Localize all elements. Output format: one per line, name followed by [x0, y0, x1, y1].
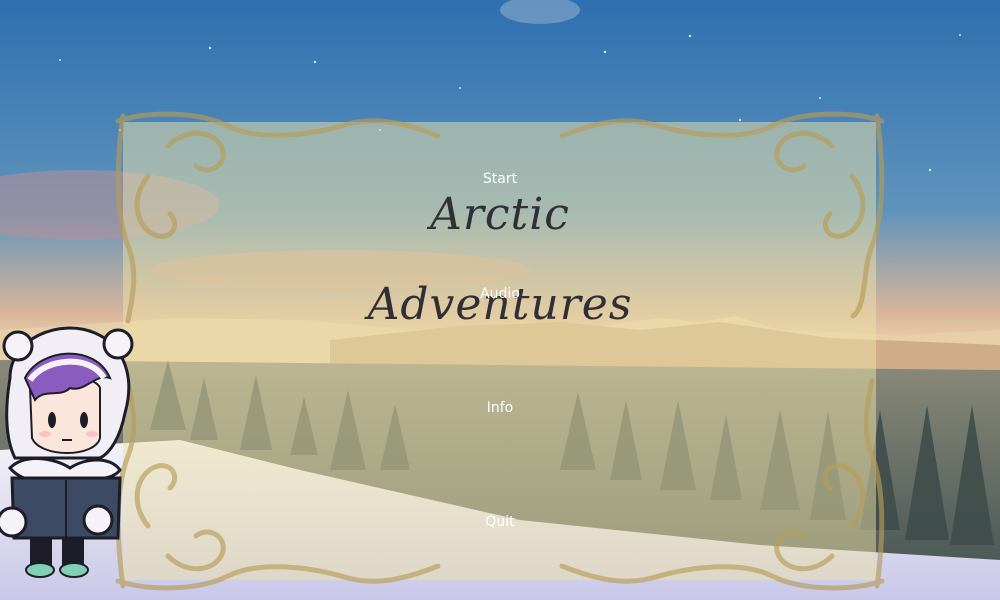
start-button[interactable]: Start	[440, 165, 560, 193]
info-button[interactable]: Info	[440, 394, 560, 422]
quit-button[interactable]: Quit	[440, 508, 560, 536]
audio-button[interactable]: Audio	[440, 280, 560, 308]
chibi-character-icon	[0, 326, 134, 578]
